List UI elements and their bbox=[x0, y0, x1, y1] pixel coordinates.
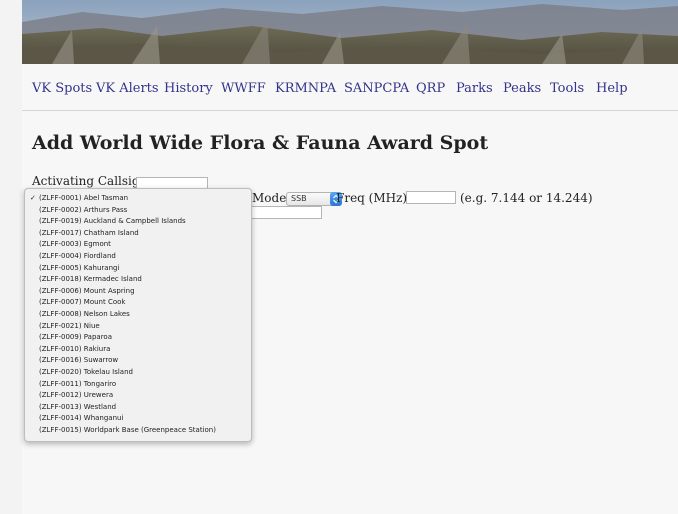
park-option[interactable]: (ZLFF-0008) Nelson Lakes bbox=[25, 309, 251, 319]
park-option[interactable]: (ZLFF-0020) Tokelau Island bbox=[25, 367, 251, 377]
park-option-label: (ZLFF-0009) Paparoa bbox=[39, 333, 113, 342]
park-option[interactable]: (ZLFF-0016) Suwarrow bbox=[25, 355, 251, 365]
park-option[interactable]: (ZLFF-0003) Egmont bbox=[25, 239, 251, 249]
park-option-label: (ZLFF-0011) Tongariro bbox=[39, 379, 117, 388]
park-option[interactable]: (ZLFF-0021) Niue bbox=[25, 321, 251, 331]
activating-callsign-label: Activating Callsign: bbox=[32, 174, 152, 188]
mode-label: Mode: bbox=[252, 191, 291, 205]
park-option[interactable]: ✓ (ZLFF-0001) Abel Tasman bbox=[25, 193, 251, 203]
left-margin bbox=[0, 0, 22, 514]
mode-select-value: SSB bbox=[291, 194, 307, 203]
checkmark-icon: ✓ bbox=[30, 194, 36, 202]
freq-input[interactable] bbox=[406, 191, 456, 204]
park-option-label: (ZLFF-0019) Auckland & Campbell Islands bbox=[39, 217, 186, 226]
park-option-label: (ZLFF-0005) Kahurangi bbox=[39, 263, 120, 272]
freq-hint: (e.g. 7.144 or 14.244) bbox=[460, 191, 593, 205]
main-nav: VK Spots VK Alerts History WWFF KRMNPA S… bbox=[22, 64, 678, 111]
freq-label: Freq (MHz): bbox=[336, 191, 412, 205]
park-option[interactable]: (ZLFF-0005) Kahurangi bbox=[25, 263, 251, 273]
nav-help[interactable]: Help bbox=[596, 81, 628, 96]
park-option-label: (ZLFF-0012) Urewera bbox=[39, 391, 114, 400]
nav-peaks[interactable]: Peaks bbox=[503, 81, 541, 96]
park-option-label: (ZLFF-0010) Rakiura bbox=[39, 344, 111, 353]
comment-input[interactable] bbox=[248, 206, 322, 219]
header-banner-image bbox=[22, 0, 678, 64]
park-option-label: (ZLFF-0018) Kermadec Island bbox=[39, 275, 142, 284]
nav-parks[interactable]: Parks bbox=[456, 81, 493, 96]
park-option-label: (ZLFF-0020) Tokelau Island bbox=[39, 368, 133, 376]
park-option[interactable]: (ZLFF-0009) Paparoa bbox=[25, 332, 251, 342]
park-option[interactable]: (ZLFF-0017) Chatham Island bbox=[25, 228, 251, 238]
park-option[interactable]: (ZLFF-0002) Arthurs Pass bbox=[25, 205, 251, 215]
park-option-label: (ZLFF-0017) Chatham Island bbox=[39, 228, 139, 237]
park-option-label: (ZLFF-0003) Egmont bbox=[39, 240, 111, 249]
park-dropdown-menu[interactable]: ✓ (ZLFF-0001) Abel Tasman (ZLFF-0002) Arth… bbox=[24, 188, 252, 442]
park-option[interactable]: (ZLFF-0018) Kermadec Island bbox=[25, 274, 251, 284]
park-option[interactable]: (ZLFF-0012) Urewera bbox=[25, 390, 251, 400]
nav-qrp[interactable]: QRP bbox=[416, 81, 445, 96]
park-option-label: (ZLFF-0021) Niue bbox=[39, 321, 100, 330]
page-title: Add World Wide Flora & Fauna Award Spot bbox=[32, 132, 489, 154]
nav-tools[interactable]: Tools bbox=[550, 81, 584, 96]
park-option[interactable]: (ZLFF-0011) Tongariro bbox=[25, 379, 251, 389]
park-option[interactable]: (ZLFF-0004) Fiordland bbox=[25, 251, 251, 261]
park-option[interactable]: (ZLFF-0013) Westland bbox=[25, 402, 251, 412]
park-option-label: (ZLFF-0007) Mount Cook bbox=[39, 298, 126, 307]
park-option-label: (ZLFF-0004) Fiordland bbox=[39, 252, 116, 260]
park-option-label: (ZLFF-0015) Worldpark Base (Greenpeace S… bbox=[39, 426, 216, 434]
nav-vk-alerts[interactable]: VK Alerts bbox=[96, 81, 159, 96]
nav-wwff[interactable]: WWFF bbox=[221, 81, 266, 96]
park-option-label: (ZLFF-0006) Mount Aspring bbox=[39, 286, 135, 295]
park-option-label: (ZLFF-0014) Whanganui bbox=[39, 414, 124, 423]
nav-krmnpa[interactable]: KRMNPA bbox=[275, 81, 336, 96]
park-option-label: (ZLFF-0013) Westland bbox=[39, 402, 117, 411]
park-option-label: (ZLFF-0002) Arthurs Pass bbox=[39, 205, 128, 214]
nav-vk-spots[interactable]: VK Spots bbox=[32, 81, 92, 96]
park-option[interactable]: (ZLFF-0010) Rakiura bbox=[25, 344, 251, 354]
park-option[interactable]: (ZLFF-0007) Mount Cook bbox=[25, 297, 251, 307]
park-option[interactable]: (ZLFF-0019) Auckland & Campbell Islands bbox=[25, 216, 251, 226]
park-option[interactable]: (ZLFF-0015) Worldpark Base (Greenpeace S… bbox=[25, 425, 251, 435]
park-option-label: (ZLFF-0016) Suwarrow bbox=[39, 356, 119, 365]
nav-history[interactable]: History bbox=[164, 81, 213, 96]
nav-sanpcpa[interactable]: SANPCPA bbox=[344, 81, 409, 96]
park-option-label: (ZLFF-0001) Abel Tasman bbox=[39, 194, 129, 202]
park-option[interactable]: (ZLFF-0006) Mount Aspring bbox=[25, 286, 251, 296]
park-option-label: (ZLFF-0008) Nelson Lakes bbox=[39, 310, 130, 318]
mode-select[interactable]: SSB bbox=[286, 192, 342, 206]
park-option[interactable]: (ZLFF-0014) Whanganui bbox=[25, 413, 251, 423]
